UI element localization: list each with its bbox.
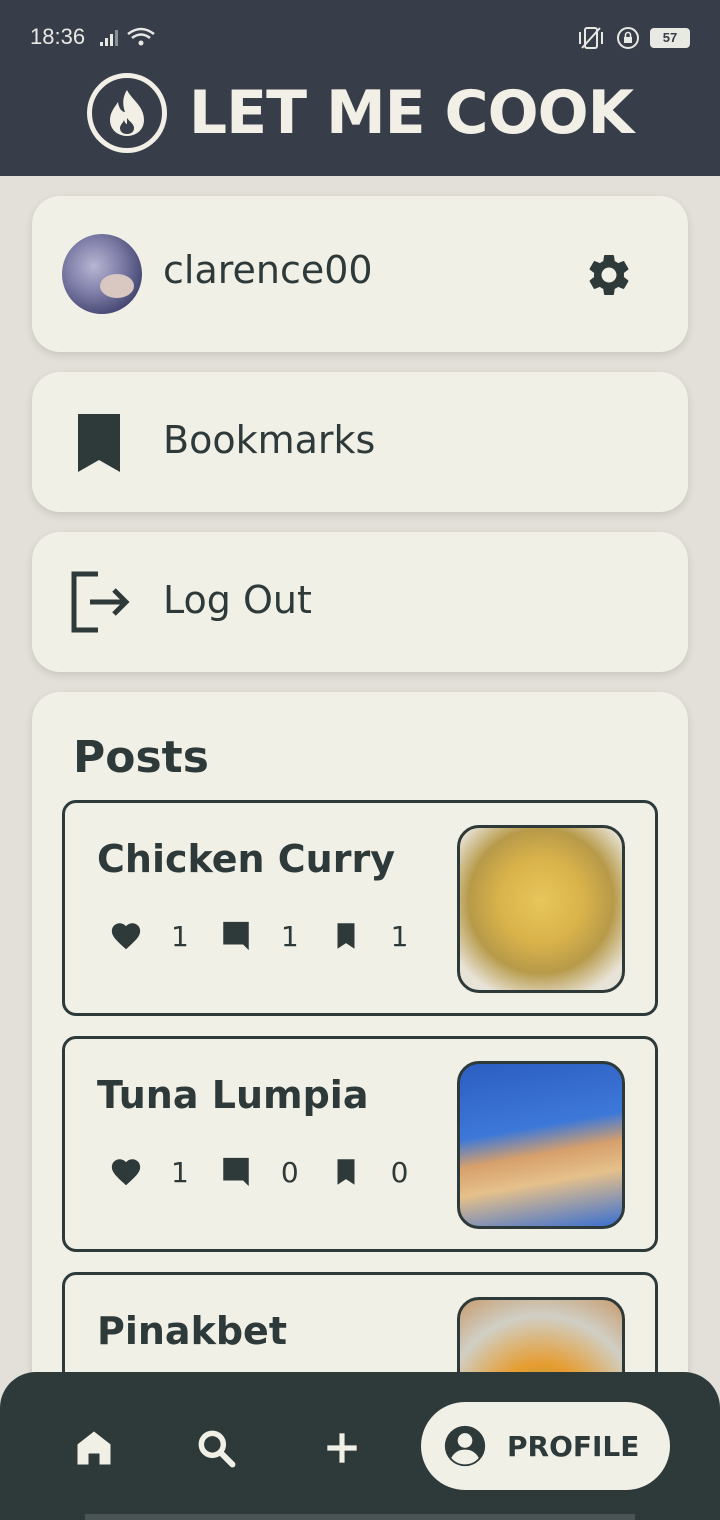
lock-rotation-icon [617, 27, 639, 49]
status-time: 18:36 [30, 24, 86, 49]
app-title: LET ME COOK [188, 78, 634, 148]
logout-button[interactable]: Log Out [32, 532, 688, 672]
bookmark-icon [337, 923, 355, 949]
flame-icon [86, 73, 167, 153]
status-right-icons: 57 [576, 26, 690, 50]
post-thumbnail[interactable] [457, 825, 625, 993]
likes-count: 1 [171, 919, 189, 953]
avatar[interactable] [62, 234, 142, 314]
likes-count: 1 [171, 1155, 189, 1189]
bookmark-icon [78, 414, 120, 472]
bookmarks-button[interactable]: Bookmarks [32, 372, 688, 512]
post-title: Pinakbet [97, 1309, 287, 1353]
heart-icon [111, 1159, 141, 1186]
search-icon[interactable] [194, 1426, 238, 1470]
post-title: Chicken Curry [97, 837, 395, 881]
comments-count: 1 [280, 919, 299, 953]
comment-icon [223, 1157, 249, 1187]
brand: LET ME COOK [0, 72, 720, 154]
logout-label: Log Out [163, 578, 312, 622]
account-circle-icon [444, 1425, 486, 1467]
bookmarks-stat[interactable]: 0 [329, 1155, 409, 1189]
bookmarks-count: 1 [390, 919, 409, 953]
post-stats: 1 1 1 [109, 919, 438, 953]
add-icon[interactable] [320, 1426, 364, 1470]
profile-card[interactable]: clarence00 [32, 196, 688, 352]
profile-tab[interactable]: PROFILE [421, 1402, 670, 1490]
post-card[interactable]: Tuna Lumpia 1 0 0 [62, 1036, 658, 1252]
home-icon[interactable] [72, 1426, 116, 1470]
username: clarence00 [163, 248, 373, 292]
signal-icon [100, 27, 155, 46]
vibrate-icon [579, 27, 603, 49]
comments-count: 0 [280, 1155, 299, 1189]
post-stats: 1 0 0 [109, 1155, 438, 1189]
comment-icon [223, 921, 249, 951]
bookmarks-stat[interactable]: 1 [329, 919, 409, 953]
post-thumbnail[interactable] [457, 1061, 625, 1229]
signal-wifi-icons [98, 26, 156, 52]
status-bar: 18:36 57 [0, 0, 720, 76]
bookmarks-count: 0 [390, 1155, 409, 1189]
bookmark-icon [337, 1159, 355, 1185]
battery-indicator: 57 [650, 28, 690, 48]
gear-icon[interactable] [584, 250, 634, 300]
app-header: 18:36 57 LET ME COOK [0, 0, 720, 176]
likes-stat[interactable]: 1 [109, 1155, 189, 1189]
logout-icon [71, 571, 130, 633]
home-indicator [85, 1514, 635, 1520]
posts-title: Posts [73, 732, 209, 783]
profile-tab-label: PROFILE [507, 1429, 640, 1463]
comments-stat[interactable]: 1 [219, 919, 299, 953]
bottom-nav: PROFILE [0, 1372, 720, 1520]
likes-stat[interactable]: 1 [109, 919, 189, 953]
post-card[interactable]: Chicken Curry 1 1 1 [62, 800, 658, 1016]
comments-stat[interactable]: 0 [219, 1155, 299, 1189]
post-title: Tuna Lumpia [97, 1073, 369, 1117]
heart-icon [111, 923, 141, 950]
bookmarks-label: Bookmarks [163, 418, 376, 462]
